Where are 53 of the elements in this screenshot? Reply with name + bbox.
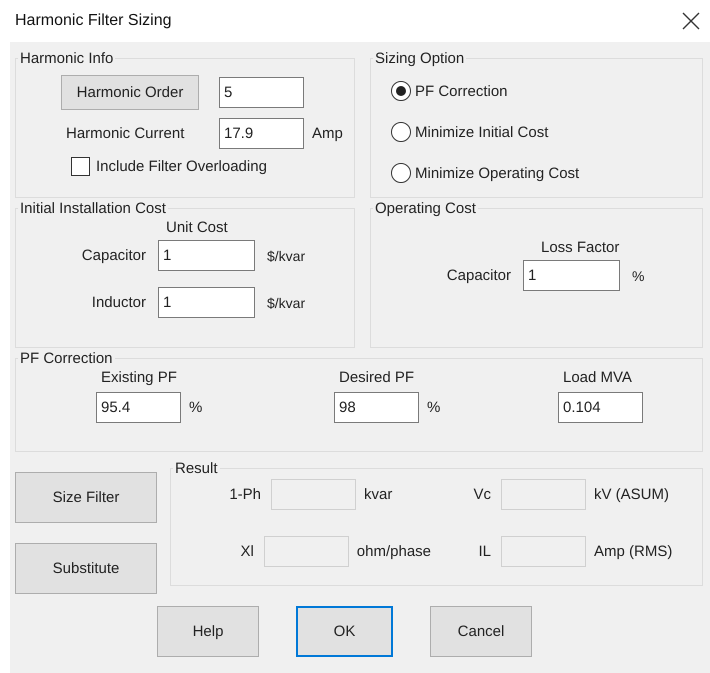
- field-label: 1-Ph: [228, 486, 261, 503]
- harmonic-order-button[interactable]: Harmonic Order: [61, 75, 199, 110]
- window-title: Harmonic Filter Sizing: [15, 12, 172, 30]
- cost-field[interactable]: 1: [158, 287, 255, 318]
- action-button[interactable]: Size Filter: [15, 472, 157, 523]
- pf-field[interactable]: 0.104: [558, 392, 643, 423]
- action-button[interactable]: Substitute: [15, 543, 157, 594]
- field-label: Existing PF: [101, 369, 178, 386]
- dialog-button[interactable]: Cancel: [430, 606, 532, 657]
- harmonic-order-field[interactable]: 5: [219, 77, 304, 108]
- field-label: Harmonic Current: [66, 125, 186, 142]
- field-label: Capacitor: [446, 267, 511, 284]
- harmonic-current-field[interactable]: 17.9: [219, 118, 304, 149]
- radio-button[interactable]: [391, 122, 411, 142]
- unit-label: %: [189, 399, 202, 416]
- field-label: Load MVA: [563, 369, 633, 386]
- field-label: Inductor: [90, 294, 146, 311]
- radio-label: Minimize Initial Cost: [415, 124, 548, 140]
- unit-label: Amp: [312, 125, 343, 142]
- unit-label: Amp (RMS): [594, 543, 672, 560]
- unit-label: %: [632, 268, 644, 284]
- checkbox[interactable]: [71, 157, 90, 176]
- dialog-button[interactable]: Help: [157, 606, 259, 657]
- column-header: Unit Cost: [166, 219, 228, 236]
- group-title: Sizing Option: [375, 50, 464, 67]
- group-title: Result: [175, 460, 218, 477]
- checkbox-label: Include Filter Overloading: [96, 158, 267, 175]
- loss-factor-field[interactable]: 1: [523, 260, 620, 291]
- unit-label: kV (ASUM): [594, 486, 669, 503]
- unit-label: $/kvar: [267, 294, 306, 310]
- column-header: Loss Factor: [541, 239, 620, 256]
- close-icon[interactable]: [682, 12, 700, 30]
- unit-label: kvar: [364, 486, 392, 503]
- dialog-button[interactable]: OK: [296, 606, 393, 657]
- group-title: Initial Installation Cost: [20, 200, 166, 217]
- radio-label: Minimize Operating Cost: [415, 164, 580, 182]
- unit-label: ohm/phase: [356, 543, 431, 560]
- cost-field[interactable]: 1: [158, 240, 255, 271]
- radio-button[interactable]: [391, 81, 411, 101]
- group-title: Harmonic Info: [20, 50, 114, 67]
- unit-label: $/kvar: [267, 248, 306, 264]
- field-label: IL: [477, 543, 491, 560]
- pf-field[interactable]: 95.4: [96, 392, 181, 423]
- field-label: Vc: [472, 486, 491, 503]
- radio-label: PF Correction: [415, 82, 508, 100]
- radio-button[interactable]: [391, 163, 411, 183]
- field-label: Desired PF: [339, 369, 416, 386]
- group-title: PF Correction: [20, 350, 113, 367]
- field-label: Xl: [239, 543, 254, 560]
- pf-field[interactable]: 98: [334, 392, 419, 423]
- unit-label: %: [427, 399, 440, 416]
- field-label: Capacitor: [80, 247, 146, 264]
- group-title: Operating Cost: [375, 200, 476, 217]
